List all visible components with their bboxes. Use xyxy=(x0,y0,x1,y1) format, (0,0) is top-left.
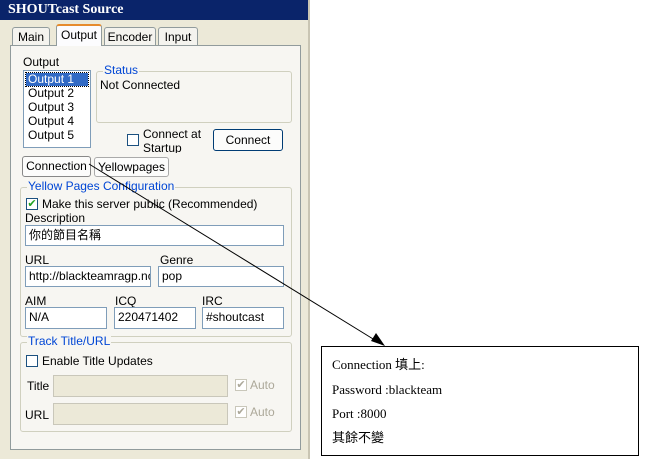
note-line: Port :8000 xyxy=(332,406,387,421)
note-line: Password :blackteam xyxy=(332,382,443,397)
note-line: Connection 填上: xyxy=(332,357,425,372)
note-line: 其餘不變 xyxy=(332,430,385,445)
tab-output[interactable]: Output xyxy=(56,24,102,46)
annotation-note: Connection 填上: Password :blackteam Port … xyxy=(321,346,639,456)
